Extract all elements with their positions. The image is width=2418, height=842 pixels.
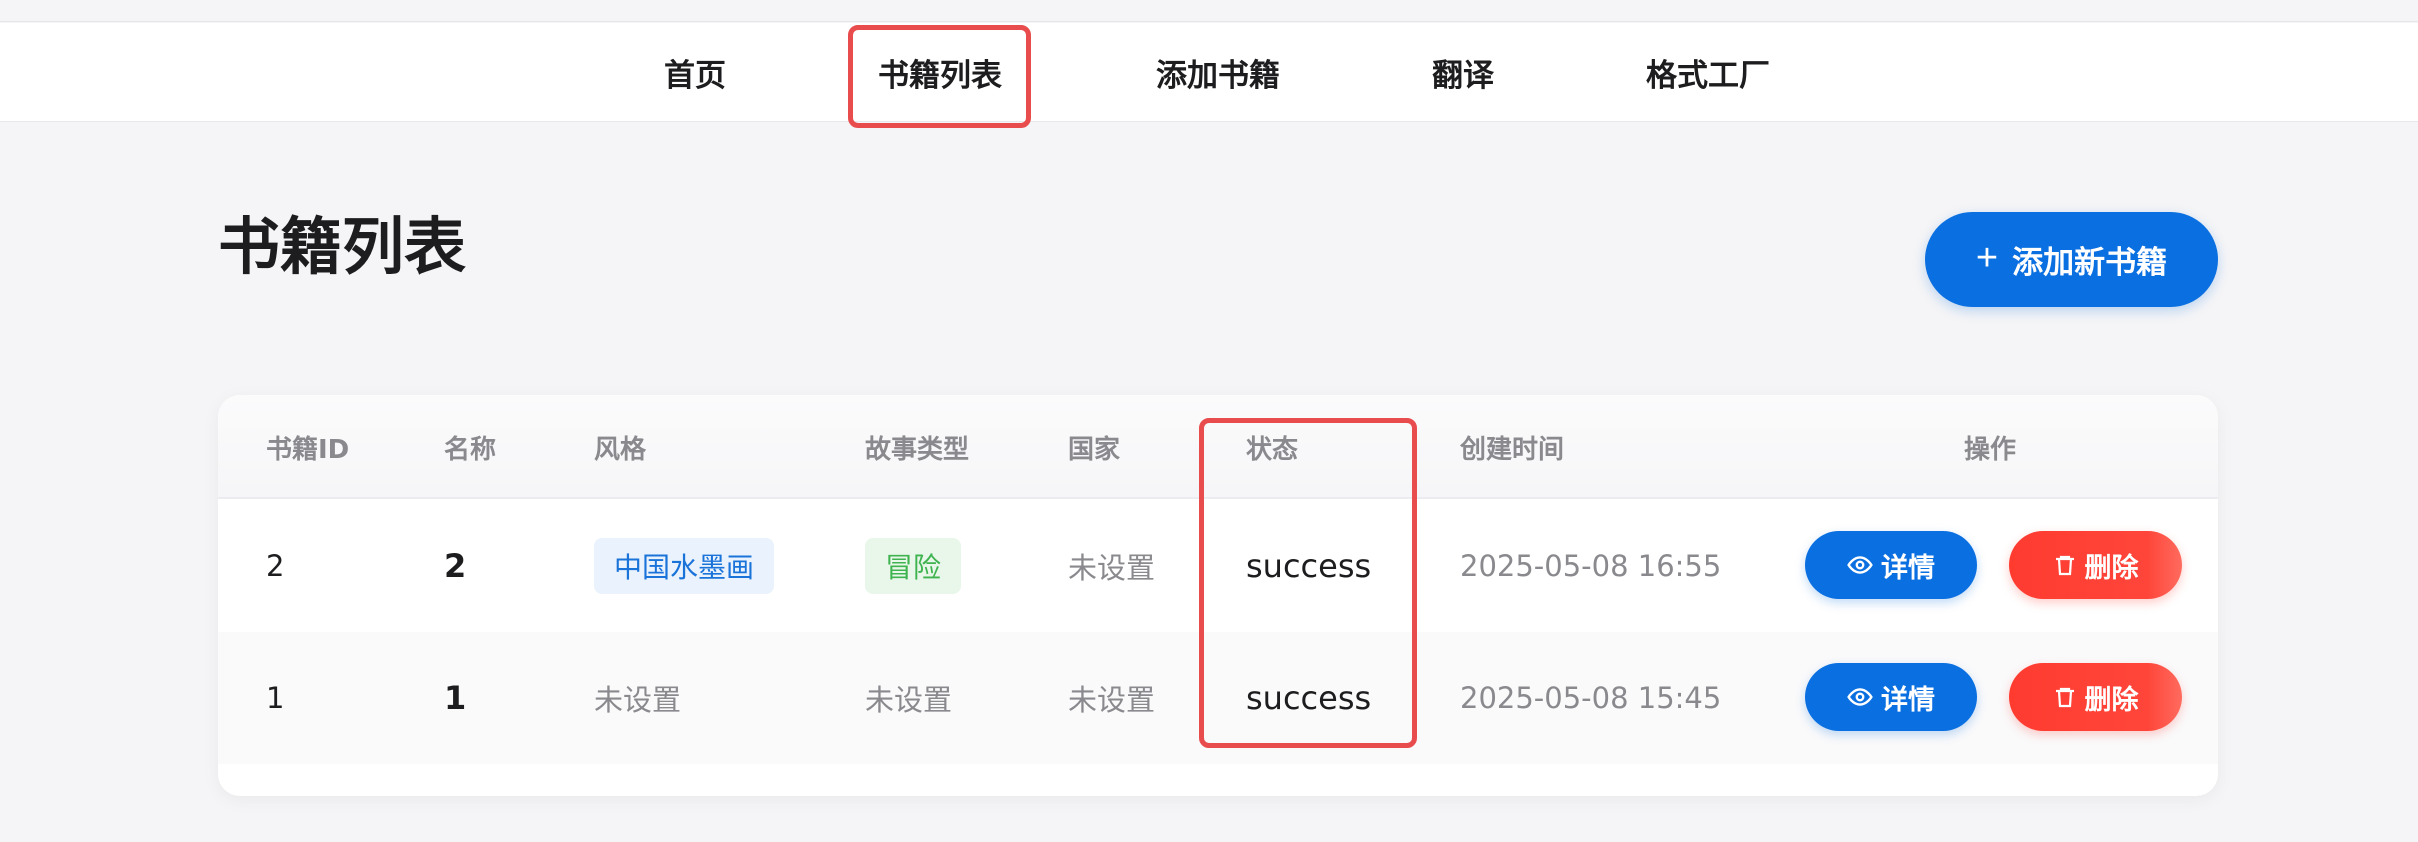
nav-item-book-list[interactable]: 书籍列表 xyxy=(868,23,1012,122)
nav-item-home[interactable]: 首页 xyxy=(655,23,735,122)
cell-name: 1 xyxy=(444,679,467,717)
cell-style: 中国水墨画 xyxy=(594,500,775,632)
top-strip xyxy=(0,0,2418,22)
header-country: 国家 xyxy=(1068,434,1121,465)
cell-created-time: 2025-05-08 16:55 xyxy=(1460,549,1722,583)
cell-book-id: 1 xyxy=(266,681,285,715)
nav-item-translate[interactable]: 翻译 xyxy=(1428,23,1498,122)
detail-label: 详情 xyxy=(1881,684,1935,715)
header-actions: 操作 xyxy=(1964,434,2017,465)
delete-label: 删除 xyxy=(2084,552,2139,583)
cell-story-type: 冒险 xyxy=(865,500,962,632)
eye-icon xyxy=(1847,552,1873,578)
header-status: 状态 xyxy=(1246,434,1299,465)
table-row: 2 2 中国水墨画 冒险 未设置 success 2025-05-08 16:5… xyxy=(218,500,2218,632)
header-story-type: 故事类型 xyxy=(865,434,970,465)
page-title: 书籍列表 xyxy=(218,210,467,283)
nav-item-format-factory[interactable]: 格式工厂 xyxy=(1638,23,1778,122)
table-row: 1 1 未设置 未设置 未设置 success 2025-05-08 15:45… xyxy=(218,632,2218,764)
nav-item-add-book[interactable]: 添加书籍 xyxy=(1148,23,1288,122)
header-name: 名称 xyxy=(444,434,497,465)
add-new-book-button[interactable]: + 添加新书籍 xyxy=(1925,212,2218,307)
header-style: 风格 xyxy=(594,434,647,465)
cell-name: 2 xyxy=(444,547,467,585)
trash-icon xyxy=(2053,684,2077,710)
cell-book-id: 2 xyxy=(266,549,285,583)
header-book-id: 书籍ID xyxy=(266,434,350,465)
add-new-book-label: 添加新书籍 xyxy=(2012,245,2168,280)
detail-label: 详情 xyxy=(1881,552,1935,583)
book-table-card: 书籍ID 名称 风格 故事类型 国家 状态 创建时间 操作 2 2 中国水墨画 … xyxy=(218,395,2218,796)
header-created-time: 创建时间 xyxy=(1460,434,1565,465)
cell-story-type: 未设置 xyxy=(865,683,953,717)
cell-style: 未设置 xyxy=(594,683,682,717)
eye-icon xyxy=(1847,684,1873,710)
cell-status: success xyxy=(1246,547,1372,585)
delete-label: 删除 xyxy=(2084,684,2139,715)
plus-icon: + xyxy=(1975,236,1999,279)
delete-button[interactable]: 删除 xyxy=(2009,531,2182,599)
trash-icon xyxy=(2053,552,2077,578)
cell-created-time: 2025-05-08 15:45 xyxy=(1460,681,1722,715)
table-header: 书籍ID 名称 风格 故事类型 国家 状态 创建时间 操作 xyxy=(218,395,2218,499)
detail-button[interactable]: 详情 xyxy=(1805,663,1977,731)
style-tag: 中国水墨画 xyxy=(594,538,775,594)
cell-country: 未设置 xyxy=(1068,551,1156,585)
cell-status: success xyxy=(1246,679,1372,717)
cell-country: 未设置 xyxy=(1068,683,1156,717)
story-type-tag: 冒险 xyxy=(865,538,962,594)
delete-button[interactable]: 删除 xyxy=(2009,663,2182,731)
top-navbar: 首页 书籍列表 添加书籍 翻译 格式工厂 xyxy=(0,23,2418,122)
detail-button[interactable]: 详情 xyxy=(1805,531,1977,599)
